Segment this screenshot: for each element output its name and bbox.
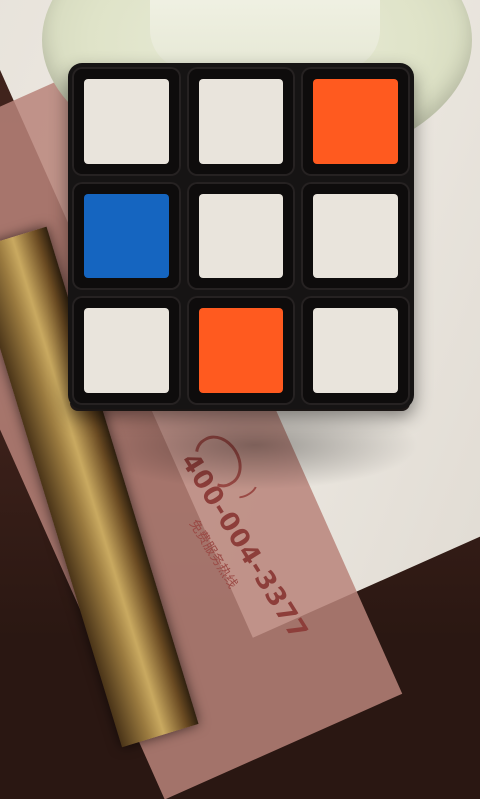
cubie-r3-c3 bbox=[301, 296, 410, 405]
cube-shadow bbox=[90, 400, 420, 490]
photo-scene: 400-004-3377 免费服务热线 bbox=[0, 0, 480, 799]
sticker bbox=[313, 79, 398, 164]
sticker bbox=[84, 193, 169, 279]
sticker bbox=[84, 308, 169, 393]
sticker bbox=[198, 308, 284, 393]
cubie-r2-c3 bbox=[301, 181, 410, 291]
rubiks-cube bbox=[68, 63, 414, 409]
sticker bbox=[313, 308, 398, 393]
cubie-r1-c1 bbox=[72, 67, 181, 176]
sticker bbox=[198, 79, 284, 164]
cubie-r2-c1 bbox=[72, 181, 181, 291]
cube-face bbox=[72, 67, 410, 405]
sticker bbox=[198, 193, 284, 279]
cup bbox=[150, 0, 380, 70]
sticker bbox=[313, 193, 398, 279]
cubie-r1-c2 bbox=[186, 67, 296, 176]
cubie-r1-c3 bbox=[301, 67, 410, 176]
sticker bbox=[84, 79, 169, 164]
cubie-r2-c2 bbox=[186, 181, 296, 291]
cubie-r3-c1 bbox=[72, 296, 181, 405]
cubie-r3-c2 bbox=[186, 296, 296, 405]
